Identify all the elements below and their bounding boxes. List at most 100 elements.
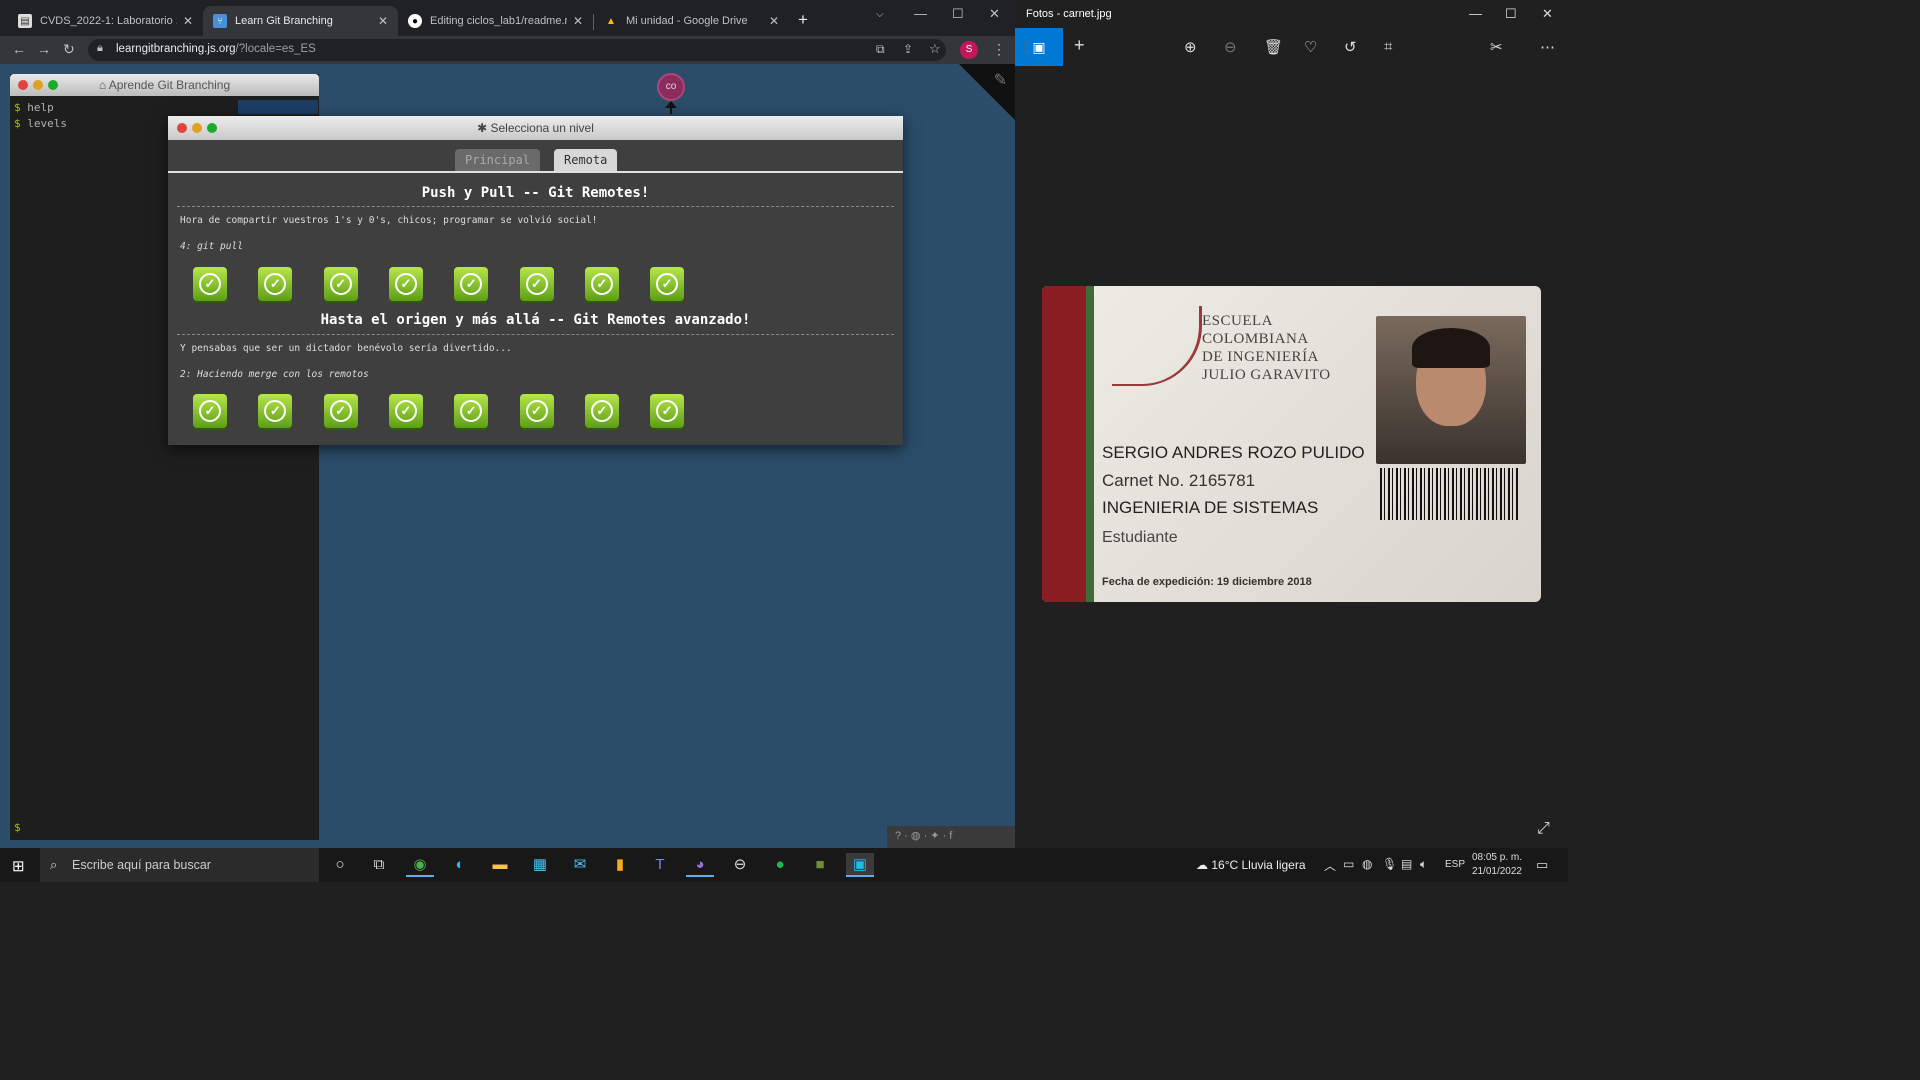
task-view-icon[interactable]: ⧉ (365, 853, 393, 877)
edit-tools-icon[interactable]: ✂ (1490, 38, 1503, 56)
tab-learn-git[interactable]: ⑂ Learn Git Branching ✕ (203, 6, 398, 36)
terminal-input-prompt[interactable]: $ (14, 821, 21, 834)
checkmark-icon: ✓ (656, 400, 679, 422)
tab-title: Mi unidad - Google Drive (626, 15, 748, 27)
crop-icon[interactable]: ⌗ (1384, 38, 1392, 55)
minecraft-icon[interactable]: ■ (806, 853, 834, 877)
teams-icon[interactable]: T (646, 853, 674, 877)
translate-icon[interactable]: ⧉ (876, 42, 885, 57)
close-tab-icon[interactable]: ✕ (183, 14, 193, 28)
discord-icon[interactable]: ◕ (686, 853, 714, 877)
battery-icon[interactable]: ▭ (1343, 857, 1354, 871)
modal-title-text: Selecciona un nivel (490, 121, 594, 135)
add-icon[interactable]: + (1074, 35, 1085, 56)
facebook-icon[interactable]: f (949, 830, 952, 842)
level-button-completed[interactable]: ✓ (323, 267, 358, 301)
lock-icon[interactable]: 🔒︎ (97, 42, 103, 55)
weather-widget[interactable]: ☁ 16°C Lluvia ligera (1196, 858, 1306, 872)
checkmark-icon: ✓ (460, 273, 483, 295)
level-button-completed[interactable]: ✓ (258, 394, 293, 428)
address-bar[interactable]: 🔒︎ learngitbranching.js.org/?locale=es_E… (88, 39, 946, 61)
level-button-completed[interactable]: ✓ (454, 394, 489, 428)
tab-github[interactable]: ● Editing ciclos_lab1/readme.md at ✕ (398, 6, 593, 36)
more-menu-icon[interactable]: ⋮ (992, 41, 1006, 58)
profile-avatar[interactable]: S (960, 41, 978, 59)
maximize-icon[interactable]: ☐ (1505, 6, 1517, 22)
show-hidden-icons-icon[interactable]: ︿ (1324, 857, 1336, 874)
chrome-icon[interactable]: ◉ (406, 853, 434, 877)
minimize-icon[interactable]: — (1469, 6, 1482, 21)
level-button-completed[interactable]: ✓ (388, 267, 423, 301)
close-tab-icon[interactable]: ✕ (573, 14, 583, 28)
windows-start-icon[interactable]: ⊞ (12, 857, 25, 875)
school-logo (1112, 306, 1202, 386)
level-button-completed[interactable]: ✓ (193, 394, 227, 428)
reload-icon[interactable]: ↻ (63, 41, 75, 58)
photos-title: Fotos - carnet.jpg (1026, 8, 1112, 20)
level-button-completed[interactable]: ✓ (519, 267, 554, 301)
commit-node[interactable]: co (657, 73, 685, 101)
language-indicator[interactable]: ESP (1445, 859, 1465, 870)
taskbar-search[interactable]: ⌕ Escribe aquí para buscar (40, 848, 319, 882)
delete-icon[interactable]: 🗑︎ (1264, 38, 1283, 56)
maximize-icon[interactable]: ☐ (952, 6, 964, 22)
close-tab-icon[interactable]: ✕ (378, 14, 388, 28)
level-button-completed[interactable]: ✓ (258, 267, 293, 301)
steam-icon[interactable]: ⊖ (726, 853, 754, 877)
level-button-completed[interactable]: ✓ (454, 267, 489, 301)
tab-search-icon[interactable]: ⌵ (876, 9, 884, 20)
globe-icon[interactable]: ◍ (911, 830, 921, 842)
url-text[interactable]: learngitbranching.js.org/?locale=es_ES (116, 43, 316, 55)
close-tab-icon[interactable]: ✕ (769, 14, 779, 28)
share-icon[interactable]: ⇪ (903, 42, 913, 56)
level-button-completed[interactable]: ✓ (388, 394, 423, 428)
network-icon[interactable]: ▤ (1401, 857, 1412, 871)
tab-principal[interactable]: Principal (455, 149, 541, 171)
zoom-in-icon[interactable]: ⊕ (1184, 38, 1197, 56)
clock[interactable]: 08:05 p. m. 21/01/2022 (1470, 851, 1522, 879)
cortana-icon[interactable]: ○ (326, 853, 354, 877)
store-icon[interactable]: ▦ (526, 853, 554, 877)
zoom-out-icon[interactable]: ⊖ (1224, 38, 1237, 56)
app-icon[interactable]: ▮ (606, 853, 634, 877)
back-icon[interactable]: ← (12, 41, 26, 57)
notifications-icon[interactable]: ▭ (1536, 857, 1548, 873)
github-corner-icon[interactable]: ✎ (994, 70, 1007, 90)
help-icon[interactable]: ? (895, 830, 901, 842)
edge-icon[interactable]: ◐ (446, 853, 474, 877)
see-all-photos-button[interactable]: ▣ (1015, 28, 1063, 66)
forward-icon[interactable]: → (37, 41, 51, 57)
photos-app-icon[interactable]: ▣ (846, 853, 874, 877)
level-button-completed[interactable]: ✓ (650, 394, 685, 428)
tab-remota[interactable]: Remota (554, 149, 618, 171)
command-input-box[interactable] (238, 100, 318, 114)
level-button-completed[interactable]: ✓ (650, 267, 685, 301)
tray-app-icon[interactable]: ◍ (1362, 857, 1372, 871)
level-button-completed[interactable]: ✓ (519, 394, 554, 428)
fullscreen-icon[interactable]: ⤢ (1537, 820, 1550, 838)
github-icon: ● (408, 14, 422, 28)
bookmark-star-icon[interactable]: ☆ (929, 41, 941, 57)
terminal-line: $ help (14, 100, 67, 116)
rotate-icon[interactable]: ↺ (1344, 38, 1357, 56)
microphone-icon[interactable]: 🎙︎ (1382, 857, 1397, 871)
git-branching-icon: ⑂ (213, 14, 227, 28)
level-button-completed[interactable]: ✓ (584, 267, 619, 301)
volume-icon[interactable]: 🔈︎ (1420, 857, 1427, 872)
level-button-completed[interactable]: ✓ (193, 267, 227, 301)
more-options-icon[interactable]: ⋯ (1540, 38, 1555, 56)
level-button-completed[interactable]: ✓ (584, 394, 619, 428)
spotify-icon[interactable]: ● (766, 853, 794, 877)
level-button-completed[interactable]: ✓ (323, 394, 358, 428)
close-window-icon[interactable]: ✕ (989, 6, 1000, 22)
mail-icon[interactable]: ✉ (566, 853, 594, 877)
new-tab-button[interactable]: + (798, 10, 808, 30)
tab-drive[interactable]: ▲ Mi unidad - Google Drive ✕ (594, 6, 789, 36)
close-window-icon[interactable]: ✕ (1542, 6, 1553, 22)
tab-cvds[interactable]: ▤ CVDS_2022-1: Laboratorio 1 - Int ✕ (8, 6, 203, 36)
file-explorer-icon[interactable]: ▬ (486, 853, 514, 877)
twitter-icon[interactable]: ✦ (930, 830, 939, 842)
checkmark-icon: ✓ (525, 273, 548, 295)
favorite-heart-icon[interactable]: ♡ (1304, 38, 1317, 56)
minimize-icon[interactable]: — (914, 6, 927, 21)
